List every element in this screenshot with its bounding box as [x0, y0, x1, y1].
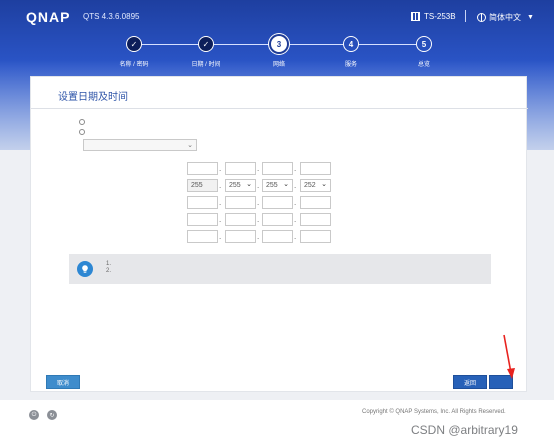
ip-octet-input[interactable]: [187, 213, 218, 226]
tip-text: 1. 2.: [106, 261, 111, 275]
ip-separator: .: [257, 215, 260, 224]
ip-octet-input[interactable]: [262, 196, 293, 209]
page-title: 设置日期及时间: [58, 92, 128, 103]
step-5-indicator: 5: [416, 36, 432, 52]
ip-separator: .: [219, 181, 222, 190]
lightbulb-icon: [77, 261, 93, 277]
copyright-text: Copyright © QNAP Systems, Inc. All Right…: [362, 409, 506, 415]
radio-option-1[interactable]: [79, 119, 85, 125]
ip-octet-value: 255: [191, 182, 203, 189]
chevron-down-icon: ⌄: [246, 181, 252, 188]
ip-octet-input[interactable]: [225, 230, 256, 243]
step-connector: [287, 44, 343, 45]
ip-octet-input[interactable]: 255: [187, 179, 218, 192]
ip-octet-value: 252: [304, 182, 316, 189]
ip-octet-value: 255: [229, 182, 241, 189]
ip-separator: .: [257, 232, 260, 241]
step-3-indicator: 3: [271, 36, 287, 52]
ip-octet-input[interactable]: [187, 230, 218, 243]
power-icon[interactable]: ⏻: [29, 410, 39, 420]
wizard-steps: ✓ ✓ 3 4 5 名称 / 密码 日期 / 时间 网络 服务 总览: [0, 35, 554, 68]
ip-separator: .: [257, 164, 260, 173]
step-3-label: 网络: [272, 62, 286, 68]
cancel-button[interactable]: 取消: [46, 375, 80, 389]
ip-octet-input[interactable]: [225, 162, 256, 175]
title-divider: [31, 108, 528, 109]
ip-separator: .: [219, 164, 222, 173]
ip-octet-input[interactable]: 255 ⌄: [262, 179, 293, 192]
ip-octet-input[interactable]: [262, 162, 293, 175]
firmware-version: QTS 4.3.6.0895: [83, 12, 140, 21]
ip-separator: .: [294, 181, 297, 190]
ip-octet-input[interactable]: [187, 196, 218, 209]
interface-select[interactable]: ⌄: [83, 139, 197, 151]
ip-separator: .: [257, 181, 260, 190]
ip-separator: .: [219, 198, 222, 207]
ip-octet-input[interactable]: [225, 196, 256, 209]
ip-separator: .: [219, 215, 222, 224]
tip-line-2: 2.: [106, 268, 112, 274]
header-divider: [465, 10, 466, 22]
language-label: 简体中文: [489, 13, 521, 22]
language-selector[interactable]: 简体中文 ▼: [477, 12, 534, 23]
step-1-indicator: ✓: [126, 36, 142, 52]
step-2-label: 日期 / 时间: [191, 62, 221, 68]
ip-octet-input[interactable]: [262, 230, 293, 243]
ip-separator: .: [219, 232, 222, 241]
step-2-indicator: ✓: [198, 36, 214, 52]
ip-octet-input[interactable]: [300, 230, 331, 243]
watermark-text: CSDN @arbitrary19: [411, 423, 518, 437]
ip-octet-value: 255: [266, 182, 278, 189]
chevron-down-icon: ⌄: [321, 181, 327, 188]
footer-icons: ⏻ ↻: [29, 410, 57, 420]
ip-separator: .: [294, 164, 297, 173]
ip-separator: .: [294, 198, 297, 207]
qnap-logo: QNAP: [26, 9, 71, 25]
chevron-down-icon: ▼: [527, 14, 534, 21]
ip-octet-input[interactable]: [300, 162, 331, 175]
server-icon: [411, 12, 420, 21]
ip-separator: .: [257, 198, 260, 207]
step-4-indicator: 4: [343, 36, 359, 52]
wizard-panel: 设置日期及时间 ⌄ ... 255. 255 ⌄. 255 ⌄. 252 ⌄.........…: [30, 76, 528, 392]
red-arrow-annotation: [503, 334, 515, 379]
ip-octet-input[interactable]: [262, 213, 293, 226]
tip-line-1: 1.: [106, 261, 112, 267]
info-tip-box: 1. 2.: [69, 254, 491, 284]
ip-separator: .: [294, 232, 297, 241]
step-connector: [140, 44, 206, 45]
ip-octet-input[interactable]: [300, 213, 331, 226]
device-model: TS-253B: [411, 12, 456, 21]
step-connector: [214, 44, 272, 45]
ip-octet-input[interactable]: 252 ⌄: [300, 179, 331, 192]
step-1-label: 名称 / 密码: [119, 62, 149, 68]
ip-octet-input[interactable]: [300, 196, 331, 209]
radio-option-2[interactable]: [79, 129, 85, 135]
chevron-down-icon: ⌄: [283, 181, 289, 188]
step-5-label: 总览: [417, 62, 431, 68]
step-4-label: 服务: [344, 62, 358, 68]
globe-icon: [477, 13, 486, 22]
device-model-label: TS-253B: [424, 12, 456, 21]
chevron-down-icon: ⌄: [187, 142, 193, 149]
refresh-icon[interactable]: ↻: [47, 410, 57, 420]
ip-octet-input[interactable]: [225, 213, 256, 226]
ip-octet-input[interactable]: [187, 162, 218, 175]
step-connector: [358, 44, 416, 45]
ip-separator: .: [294, 215, 297, 224]
ip-octet-input[interactable]: 255 ⌄: [225, 179, 256, 192]
back-button[interactable]: 返回: [453, 375, 487, 389]
